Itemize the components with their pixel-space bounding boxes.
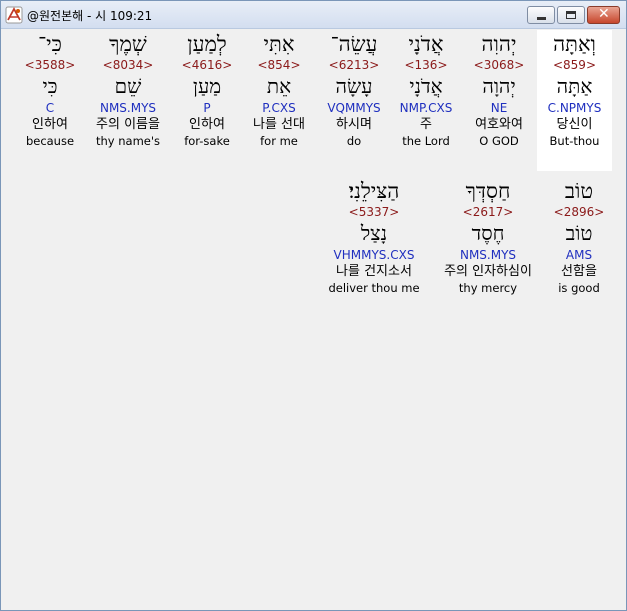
app-window: @원전본해 - 시 109:21 ✕ וְאַתָּה <859> אַתָּה… — [0, 0, 627, 611]
minimize-icon — [537, 17, 546, 20]
hebrew-lemma: אֲדֹנָי — [409, 74, 443, 98]
hebrew-lemma: כִּי — [42, 74, 58, 98]
hebrew-lemma: אֵת — [266, 74, 292, 98]
morphology-code: AMS — [565, 248, 593, 262]
strong-number[interactable]: <859> — [537, 58, 612, 72]
hebrew-word[interactable]: שְׁמֶךָ — [85, 30, 171, 58]
word-column[interactable]: הַצִּילֵנִי׃ <5337> נָצַל VHMMYS.CXS 나를 … — [321, 177, 427, 296]
morphology-code: NMS.MYS — [459, 248, 517, 262]
strong-number[interactable]: <854> — [243, 58, 315, 72]
app-logo-icon — [5, 6, 23, 24]
korean-gloss: 나를 선대 — [253, 117, 305, 132]
word-column[interactable]: וְאַתָּה <859> אַתָּה C.NPMYS 당신이 But-th… — [537, 30, 612, 149]
hebrew-word[interactable]: הַצִּילֵנִי׃ — [321, 177, 427, 205]
word-column[interactable]: חַסְדְּךָ <2617> חֶסֶד NMS.MYS 주의 인자하심이 … — [431, 177, 545, 296]
hebrew-lemma: יְהוָה — [482, 74, 516, 98]
hebrew-lemma: מַעַן — [192, 74, 222, 98]
hebrew-word[interactable]: חַסְדְּךָ — [431, 177, 545, 205]
strong-number[interactable]: <2896> — [547, 205, 611, 219]
morphology-code: P.CXS — [262, 101, 296, 115]
korean-gloss: 주의 이름을 — [96, 117, 160, 132]
close-button[interactable]: ✕ — [587, 6, 620, 24]
english-gloss: But-thou — [549, 134, 600, 148]
english-gloss: because — [25, 134, 75, 148]
hebrew-lemma: חֶסֶד — [471, 221, 505, 245]
morphology-code: VHMMYS.CXS — [333, 248, 415, 262]
hebrew-word[interactable]: לְמַעַן — [173, 30, 241, 58]
hebrew-word[interactable]: טוֹב — [547, 177, 611, 205]
strong-number[interactable]: <2617> — [431, 205, 545, 219]
strong-number[interactable]: <3068> — [463, 58, 535, 72]
english-gloss: O GOD — [479, 134, 519, 148]
strong-number[interactable]: <8034> — [85, 58, 171, 72]
word-column[interactable]: טוֹב <2896> טוֹב AMS 선함을 is good — [547, 177, 611, 296]
korean-gloss: 선함을 — [561, 264, 597, 279]
morphology-code: NMS.MYS — [99, 101, 157, 115]
korean-gloss: 여호와여 — [475, 117, 523, 132]
hebrew-lemma: נָצַל — [360, 221, 388, 245]
english-gloss: for me — [260, 134, 298, 148]
hebrew-word[interactable]: עֲשֵׂה־ — [317, 30, 391, 58]
morphology-code: NMP.CXS — [399, 101, 453, 115]
close-icon: ✕ — [598, 6, 610, 22]
word-column[interactable]: עֲשֵׂה־ <6213> עָשָׂה VQMMYS 하시며 do — [317, 30, 391, 149]
word-column[interactable]: לְמַעַן <4616> מַעַן P 인하여 for-sake — [173, 30, 241, 149]
strong-number[interactable]: <5337> — [321, 205, 427, 219]
maximize-icon — [566, 11, 576, 19]
minimize-button[interactable] — [527, 6, 555, 24]
interlinear-view: וְאַתָּה <859> אַתָּה C.NPMYS 당신이 But-th… — [2, 30, 625, 610]
korean-gloss: 나를 건지소서 — [336, 264, 412, 279]
morphology-code: VQMMYS — [327, 101, 381, 115]
morphology-code: NE — [490, 101, 508, 115]
english-gloss: thy mercy — [458, 281, 518, 295]
word-column[interactable]: אִתִּי <854> אֵת P.CXS 나를 선대 for me — [243, 30, 315, 149]
korean-gloss: 당신이 — [556, 117, 593, 132]
hebrew-word[interactable]: וְאַתָּה — [537, 30, 612, 58]
english-gloss: for-sake — [184, 134, 230, 148]
hebrew-word[interactable]: אֲדֹנָי — [391, 30, 461, 58]
english-gloss: is good — [558, 281, 600, 295]
hebrew-word[interactable]: אִתִּי — [243, 30, 315, 58]
hebrew-lemma: עָשָׂה — [335, 74, 373, 98]
title-bar[interactable]: @원전본해 - 시 109:21 ✕ — [1, 1, 626, 29]
word-column[interactable]: שְׁמֶךָ <8034> שֵׁם NMS.MYS 주의 이름을 thy n… — [85, 30, 171, 149]
morphology-code: C — [45, 101, 55, 115]
strong-number[interactable]: <136> — [391, 58, 461, 72]
hebrew-lemma: אַתָּה — [556, 74, 593, 98]
word-column[interactable]: אֲדֹנָי <136> אֲדֹנָי NMP.CXS 주 the Lord — [391, 30, 461, 149]
strong-number[interactable]: <3588> — [17, 58, 83, 72]
korean-gloss: 인하여 — [189, 117, 225, 132]
strong-number[interactable]: <6213> — [317, 58, 391, 72]
hebrew-lemma: שֵׁם — [114, 74, 142, 98]
english-gloss: the Lord — [402, 134, 450, 148]
korean-gloss: 인하여 — [32, 117, 68, 132]
english-gloss: do — [346, 134, 362, 148]
maximize-button[interactable] — [557, 6, 585, 24]
hebrew-word[interactable]: כִּי־ — [17, 30, 83, 58]
hebrew-word[interactable]: יְהוִה — [463, 30, 535, 58]
korean-gloss: 주의 인자하심이 — [444, 264, 532, 279]
english-gloss: deliver thou me — [328, 281, 420, 295]
word-column[interactable]: כִּי־ <3588> כִּי C 인하여 because — [17, 30, 83, 149]
morphology-code: P — [203, 101, 211, 115]
hebrew-lemma: טוֹב — [565, 221, 593, 245]
window-title: @원전본해 - 시 109:21 — [27, 9, 153, 23]
korean-gloss: 주 — [420, 117, 432, 132]
english-gloss: thy name's — [95, 134, 161, 148]
word-column[interactable]: יְהוִה <3068> יְהוָה NE 여호와여 O GOD — [463, 30, 535, 149]
korean-gloss: 하시며 — [336, 117, 372, 132]
strong-number[interactable]: <4616> — [173, 58, 241, 72]
morphology-code: C.NPMYS — [547, 101, 602, 115]
